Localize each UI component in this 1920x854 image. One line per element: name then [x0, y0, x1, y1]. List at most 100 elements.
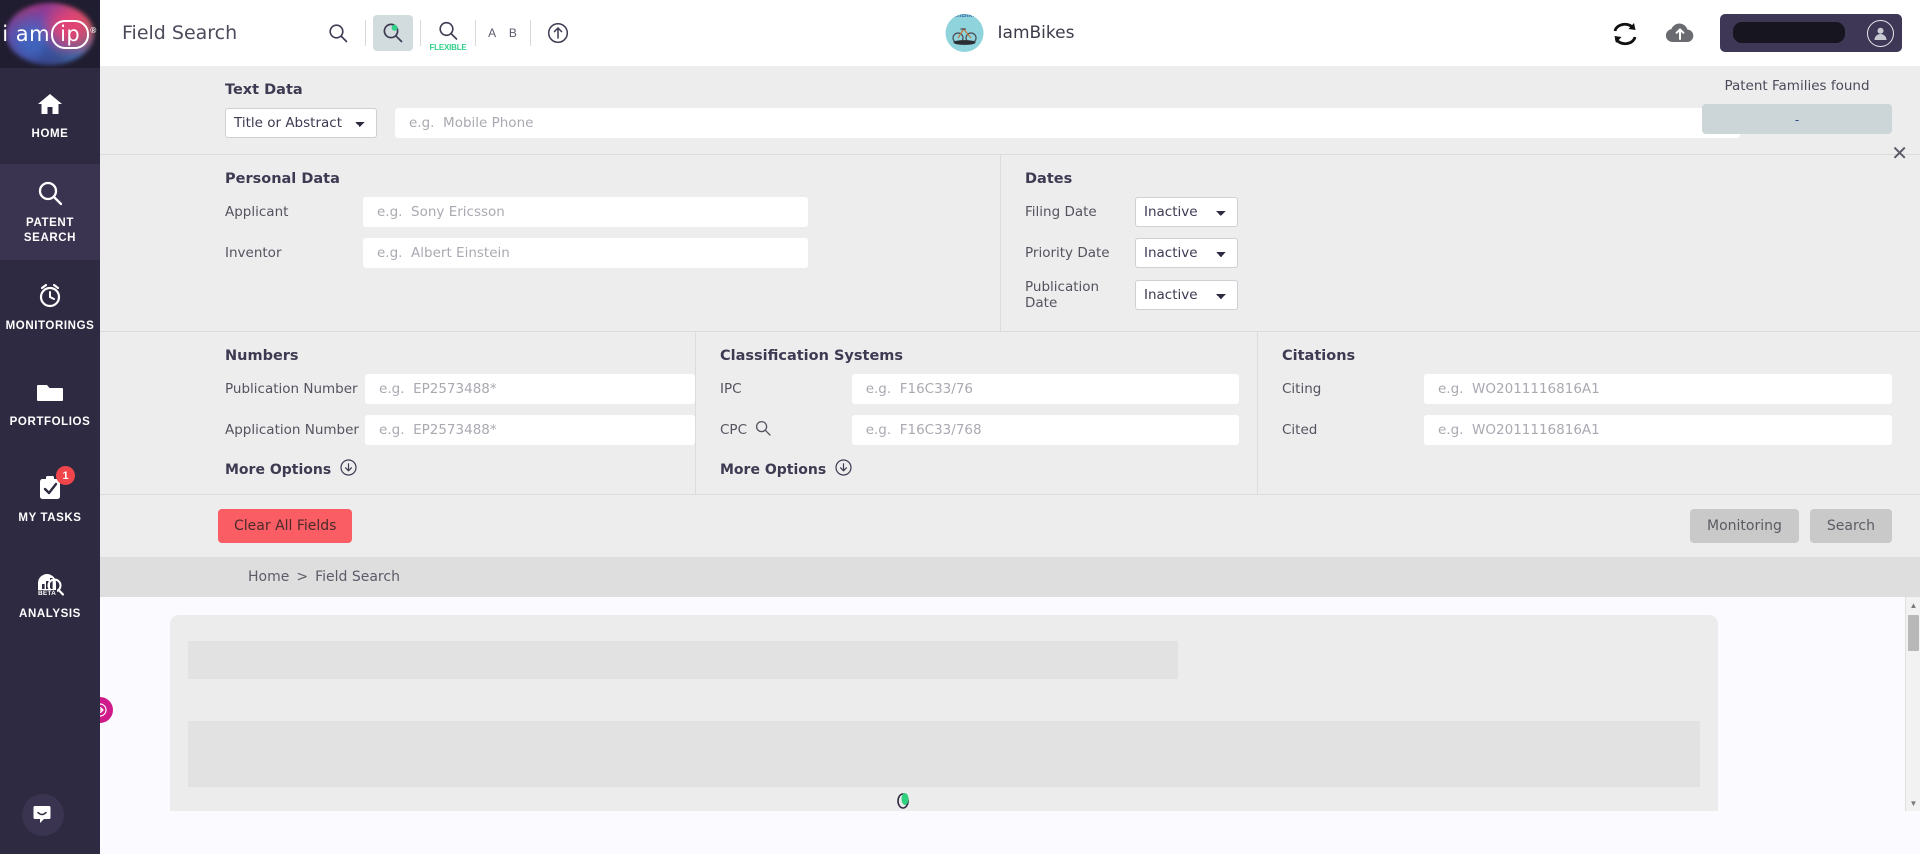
cpc-row: CPC	[720, 415, 1239, 445]
app-logo[interactable]: i am ip ®	[0, 0, 100, 68]
applicant-row: Applicant	[225, 197, 1000, 227]
publication-date-select[interactable]: Inactive	[1135, 280, 1238, 310]
application-number-row: Application Number	[225, 415, 695, 445]
clear-all-fields-button[interactable]: Clear All Fields	[218, 509, 353, 543]
field-search-icon[interactable]	[373, 15, 413, 51]
inventor-label: Inventor	[225, 245, 282, 261]
cloud-upload-icon[interactable]	[1662, 19, 1698, 47]
account-brand[interactable]: IamBikes IamBikes	[945, 14, 1075, 52]
scrollbar-thumb[interactable]	[1908, 615, 1919, 651]
sidebar-item-label: ANALYSIS	[19, 608, 81, 621]
personal-data-section: Personal Data Applicant Inventor	[100, 155, 1000, 331]
logo-registered-mark: ®	[89, 25, 98, 35]
flexible-search-icon[interactable]: FLEXIBLE	[428, 15, 468, 52]
scroll-down-arrow-icon[interactable]: ▼	[1906, 795, 1920, 811]
user-menu[interactable]	[1720, 14, 1902, 52]
sidebar-item-analysis[interactable]: BETA ANALYSIS	[0, 548, 100, 644]
publication-number-input[interactable]	[365, 374, 695, 404]
filing-date-row: Filing Date Inactive	[1025, 197, 1920, 227]
citing-row: Citing	[1282, 374, 1892, 404]
vertical-scrollbar[interactable]: ▲ ▼	[1905, 597, 1920, 811]
cited-label: Cited	[1282, 422, 1318, 438]
breadcrumb-current: Field Search	[315, 569, 400, 585]
bicycle-icon: IamBikes	[945, 14, 984, 52]
text-data-field-select[interactable]: Title or Abstract	[225, 108, 377, 138]
patent-families-found: Patent Families found -	[1702, 78, 1892, 134]
chat-bubble-icon[interactable]	[22, 794, 64, 836]
ipc-label: IPC	[720, 381, 852, 397]
search-icon[interactable]	[755, 420, 771, 440]
quick-search-icon[interactable]	[318, 15, 358, 51]
breadcrumb: Home > Field Search	[100, 557, 1920, 597]
citing-input[interactable]	[1424, 374, 1892, 404]
cpc-input[interactable]	[851, 415, 1239, 445]
header-actions	[1610, 14, 1920, 52]
brand-name: IamBikes	[997, 23, 1075, 43]
field-search-panel: Text Data Title or Abstract Patent Famil…	[100, 66, 1920, 557]
primary-actions: Monitoring Search	[1690, 509, 1892, 543]
top-header: Field Search FLEXIBLE A B IamBikes IamBi…	[100, 0, 1920, 66]
priority-date-select[interactable]: Inactive	[1135, 238, 1238, 268]
my-tasks-badge: 1	[56, 466, 75, 486]
classification-systems-section: Classification Systems IPC CPC	[695, 332, 1257, 494]
patent-families-count: -	[1702, 104, 1892, 134]
section-title-personal-data: Personal Data	[225, 171, 340, 187]
sidebar-item-label: HOME	[31, 128, 69, 141]
more-options-label: More Options	[225, 461, 332, 478]
filing-date-label: Filing Date	[1025, 204, 1097, 220]
toolbar-divider	[365, 20, 366, 46]
user-avatar-icon	[1867, 19, 1894, 47]
sidebar-item-my-tasks[interactable]: 1 MY TASKS	[0, 452, 100, 548]
expand-panel-icon[interactable]	[100, 697, 113, 723]
text-data-section: Text Data Title or Abstract Patent Famil…	[100, 66, 1920, 164]
upload-circle-icon[interactable]	[538, 15, 578, 51]
inventor-input[interactable]	[363, 238, 808, 268]
monitoring-button[interactable]: Monitoring	[1690, 509, 1799, 543]
refresh-icon[interactable]	[1610, 20, 1640, 46]
application-number-input[interactable]	[365, 415, 695, 445]
numbers-more-options-button[interactable]: More Options	[225, 459, 695, 480]
dates-section: Dates Filing Date Inactive Priority Date…	[1000, 155, 1920, 331]
magnifier-icon	[35, 179, 65, 207]
section-title-classification: Classification Systems	[720, 348, 904, 364]
chart-magnifier-icon: BETA	[35, 570, 65, 598]
alarm-clock-icon	[35, 282, 65, 310]
analysis-beta-tag: BETA	[37, 590, 58, 598]
flexible-caption: FLEXIBLE	[429, 43, 467, 52]
sidebar-item-label: MONITORINGS	[5, 320, 95, 333]
search-button[interactable]: Search	[1809, 509, 1892, 543]
toolbar-divider	[530, 20, 531, 46]
more-options-label: More Options	[720, 461, 827, 478]
section-title-text-data: Text Data	[225, 82, 303, 98]
sidebar-item-monitorings[interactable]: MONITORINGS	[0, 260, 100, 356]
applicant-input[interactable]	[363, 197, 808, 227]
sidebar-item-home[interactable]: HOME	[0, 68, 100, 164]
ipc-row: IPC	[720, 374, 1239, 404]
priority-date-row: Priority Date Inactive	[1025, 238, 1920, 268]
cpc-label: CPC	[720, 420, 852, 440]
clipboard-check-icon: 1	[35, 466, 75, 502]
classification-more-options-button[interactable]: More Options	[720, 459, 1239, 480]
results-loading-area: ▲ ▼	[100, 597, 1920, 811]
ipc-label-text: IPC	[720, 381, 742, 397]
sidebar-item-patent-search[interactable]: PATENT SEARCH	[0, 164, 100, 260]
sidebar-item-portfolios[interactable]: PORTFOLIOS	[0, 356, 100, 452]
ab-search-label[interactable]: A B	[483, 15, 523, 51]
numbers-section: Numbers Publication Number Application N…	[100, 332, 695, 494]
breadcrumb-separator: >	[296, 569, 309, 585]
close-icon[interactable]: ✕	[1891, 144, 1908, 164]
patent-families-label: Patent Families found	[1724, 78, 1870, 94]
breadcrumb-home[interactable]: Home	[248, 569, 289, 585]
scroll-up-arrow-icon[interactable]: ▲	[1906, 597, 1920, 613]
ipc-input[interactable]	[851, 374, 1239, 404]
text-data-input[interactable]	[395, 108, 1740, 138]
chevron-down-circle-icon	[835, 459, 852, 480]
citing-label: Citing	[1282, 381, 1322, 397]
publication-number-label: Publication Number	[225, 381, 358, 397]
filing-date-select[interactable]: Inactive	[1135, 197, 1238, 227]
citations-section: Citations Citing Cited	[1257, 332, 1920, 494]
main-area: Field Search FLEXIBLE A B IamBikes IamBi…	[100, 0, 1920, 854]
redacted-user-name	[1733, 22, 1845, 43]
application-number-label: Application Number	[225, 422, 359, 438]
cited-input[interactable]	[1424, 415, 1892, 445]
